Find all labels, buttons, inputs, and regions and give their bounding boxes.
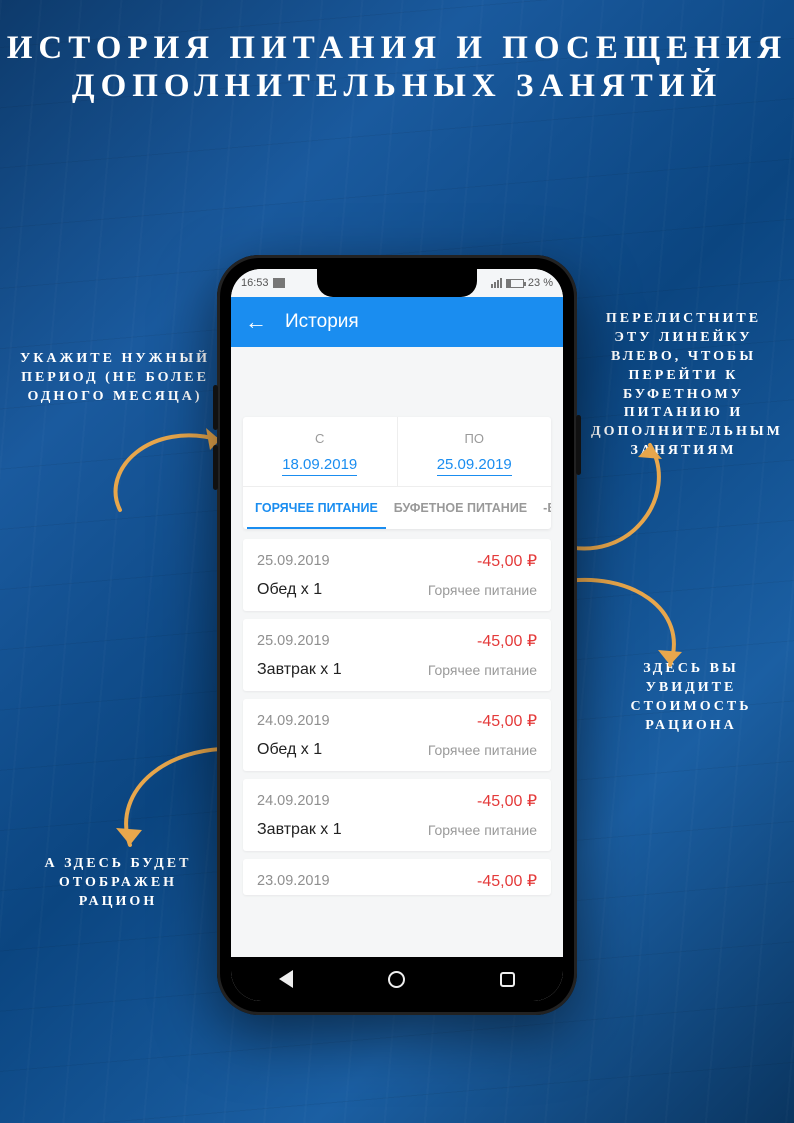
date-to-value: 25.09.2019 [437,456,512,476]
phone-notch [317,269,477,297]
notification-icon [273,278,285,288]
list-item[interactable]: 25.09.2019 -45,00 ₽ Обед х 1 Горячее пит… [243,539,551,611]
tabs-row[interactable]: ГОРЯЧЕЕ ПИТАНИЕ БУФЕТНОЕ ПИТАНИЕ -ВО [243,487,551,529]
date-from-value: 18.09.2019 [282,456,357,476]
android-nav-bar [231,957,563,1001]
item-name: Завтрак х 1 [257,821,342,839]
item-price: -45,00 ₽ [477,631,537,651]
annotation-ration: А ЗДЕСЬ БУДЕТ ОТОБРАЖЕН РАЦИОН [18,855,218,912]
phone-side-button [213,385,218,430]
signal-icon [491,278,502,288]
annotation-swipe: ПЕРЕЛИСТНИТЕ ЭТУ ЛИНЕЙКУ ВЛЕВО, ЧТОБЫ ПЕ… [591,310,776,461]
tab-buffet[interactable]: БУФЕТНОЕ ПИТАНИЕ [386,487,535,529]
content-area: С 18.09.2019 ПО 25.09.2019 ГОРЯЧЕЕ ПИТАН… [231,347,563,957]
page-title: ИСТОРИЯ ПИТАНИЯ И ПОСЕЩЕНИЯ ДОПОЛНИТЕЛЬН… [0,30,794,106]
annotation-price: ЗДЕСЬ ВЫ УВИДИТЕ СТОИМОСТЬ РАЦИОНА [616,660,766,736]
battery-percent: 23 % [528,277,553,289]
item-price: -45,00 ₽ [477,711,537,731]
app-bar: ← История [231,297,563,347]
nav-home-icon[interactable] [388,971,405,988]
list-item[interactable]: 25.09.2019 -45,00 ₽ Завтрак х 1 Горячее … [243,619,551,691]
history-list[interactable]: 25.09.2019 -45,00 ₽ Обед х 1 Горячее пит… [243,539,551,895]
phone-frame: 16:53 23 % ← История С 18.09.2019 [217,255,577,1015]
phone-side-button [576,415,581,475]
tab-extra[interactable]: -ВО [535,487,551,529]
annotation-period: УКАЖИТЕ НУЖНЫЙ ПЕРИОД (НЕ БОЛЕЕ ОДНОГО М… [20,350,210,407]
status-time: 16:53 [241,277,269,289]
phone-side-button [213,445,218,490]
date-from-label: С [243,431,397,446]
date-to-label: ПО [398,431,552,446]
item-category: Горячее питание [428,822,537,838]
list-item[interactable]: 23.09.2019 -45,00 ₽ [243,859,551,895]
list-item[interactable]: 24.09.2019 -45,00 ₽ Обед х 1 Горячее пит… [243,699,551,771]
phone-screen: 16:53 23 % ← История С 18.09.2019 [231,269,563,1001]
battery-icon [506,279,524,288]
item-price: -45,00 ₽ [477,791,537,811]
item-date: 24.09.2019 [257,793,330,809]
date-filter-card: С 18.09.2019 ПО 25.09.2019 ГОРЯЧЕЕ ПИТАН… [243,417,551,529]
nav-back-icon[interactable] [279,970,293,988]
date-to[interactable]: ПО 25.09.2019 [398,417,552,486]
item-name: Обед х 1 [257,581,322,599]
item-date: 23.09.2019 [257,873,330,889]
item-date: 25.09.2019 [257,553,330,569]
item-price: -45,00 ₽ [477,871,537,891]
item-name: Завтрак х 1 [257,661,342,679]
appbar-title: История [285,311,359,333]
nav-recents-icon[interactable] [500,972,515,987]
item-price: -45,00 ₽ [477,551,537,571]
item-name: Обед х 1 [257,741,322,759]
tab-hot[interactable]: ГОРЯЧЕЕ ПИТАНИЕ [247,487,386,529]
item-date: 24.09.2019 [257,713,330,729]
item-category: Горячее питание [428,662,537,678]
item-date: 25.09.2019 [257,633,330,649]
item-category: Горячее питание [428,582,537,598]
date-from[interactable]: С 18.09.2019 [243,417,398,486]
list-item[interactable]: 24.09.2019 -45,00 ₽ Завтрак х 1 Горячее … [243,779,551,851]
item-category: Горячее питание [428,742,537,758]
back-icon[interactable]: ← [245,309,267,335]
